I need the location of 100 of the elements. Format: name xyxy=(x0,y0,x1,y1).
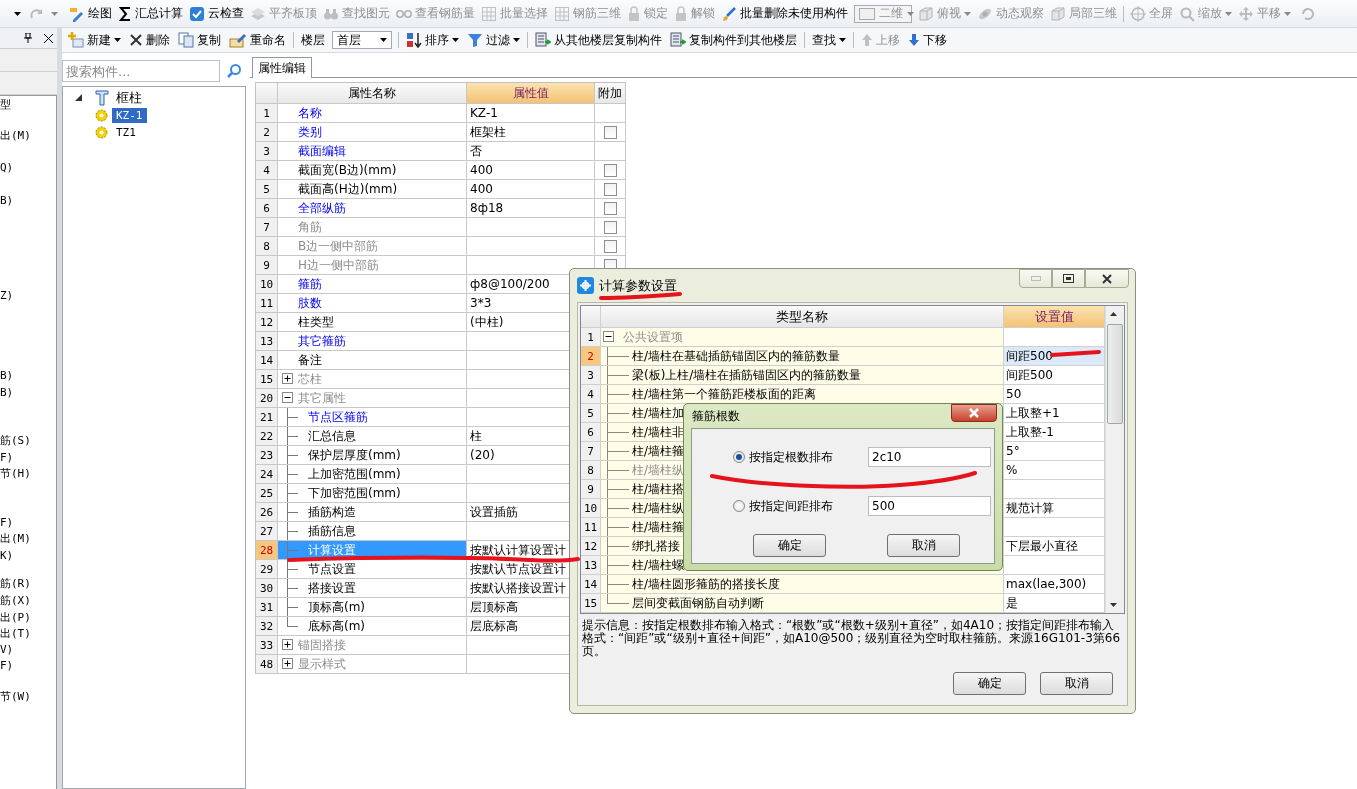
dialog-button[interactable]: 确定 xyxy=(953,672,1026,695)
radio-label[interactable]: 按指定根数排布 xyxy=(749,448,849,466)
radio-button[interactable] xyxy=(733,451,745,463)
tree-item[interactable]: TZ1 xyxy=(112,125,140,140)
collapse-arrow-icon[interactable] xyxy=(75,94,82,101)
menu-item[interactable]: F) xyxy=(0,515,56,531)
property-name[interactable]: 保护层厚度(mm) xyxy=(278,446,467,465)
toolbar-button[interactable]: 云检查 xyxy=(186,2,247,25)
tree-item[interactable]: KZ-1 xyxy=(112,108,147,123)
menu-item[interactable]: 节(W) xyxy=(0,689,56,705)
property-name[interactable]: 全部纵筋 xyxy=(278,199,467,218)
expand-icon[interactable] xyxy=(282,639,293,650)
toolbar-button[interactable]: 从其他楼层复制构件 xyxy=(531,29,666,51)
close-button[interactable] xyxy=(1085,269,1129,288)
property-name[interactable]: 其它箍筋 xyxy=(278,332,467,351)
toolbar-button[interactable]: 复制构件到其他楼层 xyxy=(666,29,801,51)
property-name[interactable]: 显示样式 xyxy=(278,655,467,674)
dialog-button[interactable]: 取消 xyxy=(887,534,960,557)
menu-item[interactable]: 出(P) xyxy=(0,610,56,626)
tab[interactable]: 属性编辑 xyxy=(252,57,312,78)
checkbox[interactable] xyxy=(603,125,617,139)
menu-item[interactable]: F) xyxy=(0,658,56,674)
property-name[interactable]: 下加密范围(mm) xyxy=(278,484,467,503)
property-name[interactable]: 汇总信息 xyxy=(278,427,467,446)
tree-item[interactable]: 框柱 xyxy=(113,88,145,107)
property-name[interactable]: 角筋 xyxy=(278,218,467,237)
property-name[interactable]: 顶标高(m) xyxy=(278,598,467,617)
menu-item[interactable]: B) xyxy=(0,193,56,209)
toolbar-button[interactable]: 查找 xyxy=(808,29,850,51)
property-name[interactable]: 搭接设置 xyxy=(278,579,467,598)
property-name[interactable]: H边一侧中部筋 xyxy=(278,256,467,275)
property-value[interactable]: 400 xyxy=(467,161,595,180)
property-name[interactable]: 柱类型 xyxy=(278,313,467,332)
menu-item[interactable]: 筋(R) xyxy=(0,576,56,592)
property-name[interactable]: 肢数 xyxy=(278,294,467,313)
checkbox[interactable] xyxy=(603,182,617,196)
property-name[interactable]: 节点区箍筋 xyxy=(278,408,467,427)
setting-name[interactable]: 柱/墙柱在基础插筋锚固区内的箍筋数量 xyxy=(601,347,1004,366)
menu-item[interactable]: 节(H) xyxy=(0,466,56,482)
property-name[interactable]: 截面编辑 xyxy=(278,142,467,161)
expand-icon[interactable] xyxy=(282,373,293,384)
setting-name[interactable]: 柱/墙柱圆形箍筋的搭接长度 xyxy=(601,575,1004,594)
menu-item[interactable]: Z) xyxy=(0,288,56,304)
property-value[interactable]: 8ф18 xyxy=(467,199,595,218)
property-name[interactable]: B边一侧中部筋 xyxy=(278,237,467,256)
property-name[interactable]: 类别 xyxy=(278,123,467,142)
dialog-button[interactable]: 取消 xyxy=(1040,672,1113,695)
property-name[interactable]: 截面宽(B边)(mm) xyxy=(278,161,467,180)
property-name[interactable]: 芯柱 xyxy=(278,370,467,389)
menu-item[interactable]: K) xyxy=(0,548,56,564)
setting-name[interactable]: 柱/墙柱第一个箍筋距楼板面的距离 xyxy=(601,385,1004,404)
menu-item[interactable]: B) xyxy=(0,368,56,384)
dialog-button[interactable]: 确定 xyxy=(753,534,826,557)
property-value[interactable]: 否 xyxy=(467,142,595,161)
checkbox[interactable] xyxy=(603,201,617,215)
setting-value[interactable]: 间距500 xyxy=(1004,347,1105,366)
toolbar-button[interactable]: 新建 xyxy=(64,29,125,51)
toolbar-button[interactable]: 批量删除未使用构件 xyxy=(718,2,851,25)
menu-item[interactable]: 出(M) xyxy=(0,531,56,547)
collapse-icon[interactable] xyxy=(282,392,293,403)
expand-icon[interactable] xyxy=(282,658,293,669)
scrollbar[interactable] xyxy=(1105,306,1124,613)
property-value[interactable]: KZ-1 xyxy=(467,104,595,123)
menu-item[interactable]: 出(M) xyxy=(0,128,56,144)
menu-item[interactable]: V) xyxy=(0,642,56,658)
property-name[interactable]: 备注 xyxy=(278,351,467,370)
maximize-button[interactable] xyxy=(1052,269,1085,288)
toolbar-button[interactable]: 过滤 xyxy=(463,29,524,51)
menu-item[interactable]: B) xyxy=(0,385,56,401)
property-name[interactable]: 节点设置 xyxy=(278,560,467,579)
toolbar-button[interactable]: 绘图 xyxy=(66,2,115,25)
toolbar-button[interactable]: 删除 xyxy=(125,29,174,51)
menu-item[interactable]: 型 xyxy=(0,97,56,113)
checkbox[interactable] xyxy=(603,220,617,234)
property-name[interactable]: 名称 xyxy=(278,104,467,123)
search-field[interactable]: 搜索构件... xyxy=(62,60,220,82)
menu-item[interactable]: F) xyxy=(0,450,56,466)
checkbox[interactable] xyxy=(603,239,617,253)
setting-name[interactable]: 梁(板)上柱/墙柱在插筋锚固区内的箍筋数量 xyxy=(601,366,1004,385)
input-field[interactable]: 500 xyxy=(868,496,991,516)
floor-dropdown[interactable]: 首层 xyxy=(332,31,392,49)
toolbar-button[interactable]: 复制 xyxy=(174,29,225,51)
menu-item[interactable]: 筋(S) xyxy=(0,433,56,449)
property-name[interactable]: 上加密范围(mm) xyxy=(278,465,467,484)
property-name[interactable]: 其它属性 xyxy=(278,389,467,408)
menu-item[interactable]: 出(T) xyxy=(0,626,56,642)
toolbar-button[interactable]: 下移 xyxy=(904,29,951,51)
radio-button[interactable] xyxy=(733,500,745,512)
property-name[interactable]: 截面高(H边)(mm) xyxy=(278,180,467,199)
property-value[interactable]: 框架柱 xyxy=(467,123,595,142)
checkbox[interactable] xyxy=(603,163,617,177)
toolbar-button[interactable]: 排序 xyxy=(402,29,463,51)
collapse-icon[interactable] xyxy=(603,331,614,342)
menu-item[interactable]: Q) xyxy=(0,160,56,176)
menu-item[interactable]: 筋(X) xyxy=(0,593,56,609)
property-name[interactable]: 底标高(m) xyxy=(278,617,467,636)
setting-name[interactable]: 层间变截面钢筋自动判断 xyxy=(601,594,1004,613)
property-name[interactable]: 插筋构造 xyxy=(278,503,467,522)
radio-label[interactable]: 按指定间距排布 xyxy=(749,497,849,515)
property-name[interactable]: 箍筋 xyxy=(278,275,467,294)
